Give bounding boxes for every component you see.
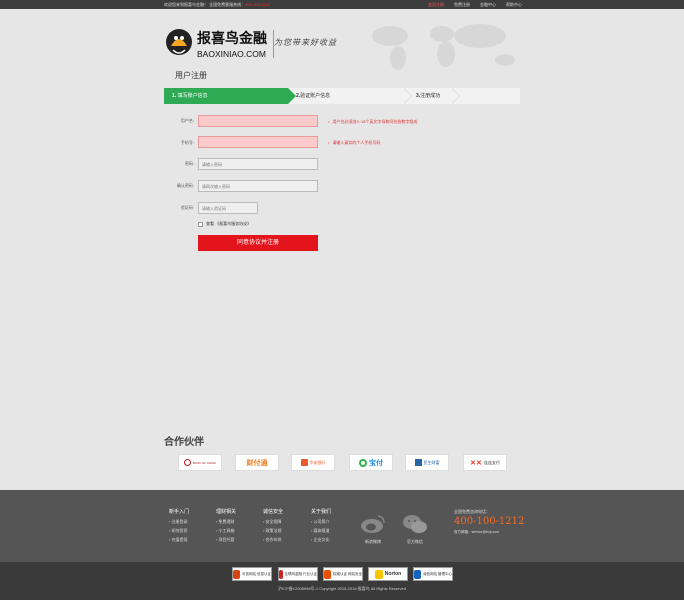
footer-link[interactable]: › 企业文化	[311, 537, 331, 543]
shield-icon	[324, 569, 332, 579]
logo-brand-cn: 报喜鸟金融	[197, 30, 267, 46]
world-map-background	[372, 24, 515, 70]
username-input[interactable]	[198, 115, 318, 127]
password-input[interactable]	[198, 158, 318, 170]
footer-email: 官方邮箱：service@bxjr.com	[454, 530, 500, 534]
step-register-success: 3.注册成功	[416, 93, 441, 99]
footer-link[interactable]: › 政策法规	[263, 528, 283, 534]
partner-lianlian[interactable]: ✕✕ 连连支付	[463, 454, 507, 471]
footer-link[interactable]: › 如何投资	[169, 528, 189, 534]
registration-steps: 1. 填写账户信息 2.验证账户信息 3.注册成功	[164, 88, 520, 104]
footer-link[interactable]: › 安全保障	[263, 519, 283, 525]
partner-baofoo[interactable]: 宝付	[349, 454, 393, 471]
confirm-password-label: 确认密码:	[176, 183, 194, 188]
step-chevron-inner	[403, 88, 411, 104]
partner-logo-icon	[359, 458, 367, 467]
logo-brand-en: BAOXINIAO.COM	[197, 49, 266, 59]
checkmark-icon	[374, 569, 383, 579]
footer-link[interactable]: › 项目托管	[216, 537, 236, 543]
partner-logo-icon	[300, 459, 308, 466]
nav-free-register[interactable]: 免费注册	[454, 2, 470, 8]
welcome-text: 欢迎您来到报喜鸟金融！ 全国免费客服热线：400-100-1212	[164, 2, 271, 7]
partner-tenpay[interactable]: 财付通	[235, 454, 279, 471]
copyright: 沪ICP备12008998号-1 Copyright 2015-2016 报喜鸟…	[278, 586, 406, 591]
badge-norton[interactable]: Norton	[368, 567, 408, 581]
partners-title: 合作伙伴	[164, 437, 204, 448]
shield-icon	[233, 569, 241, 579]
username-hint: • 用户名必须由3~18个英文字母和阿拉伯数字组成	[328, 119, 418, 124]
confirm-password-input[interactable]	[198, 180, 318, 192]
captcha-input[interactable]	[198, 202, 258, 214]
partner-logo-icon	[414, 459, 422, 466]
footer-link[interactable]: › 公司简介	[311, 519, 331, 525]
step-verify-account: 2.验证账户信息	[296, 93, 331, 99]
agreement-row: 查看 《报喜鸟服务协议》	[198, 221, 251, 227]
agree-checkbox[interactable]	[198, 221, 203, 227]
footer-hotline-label: 全国免费咨询电话：	[454, 509, 490, 514]
shield-icon	[279, 569, 283, 579]
brand-logo[interactable]: 报喜鸟金融 BAOXINIAO.COM	[163, 26, 273, 62]
agree-register-button[interactable]: 同意协议并注册	[198, 235, 318, 251]
step-fill-account: 1. 填写账户信息	[164, 88, 288, 104]
footer-link[interactable]: › 充值提现	[169, 537, 189, 543]
footer-link[interactable]: › 小工具箱	[216, 528, 236, 534]
partner-logo-icon: ✕✕	[470, 459, 482, 467]
footer-hotline: 400-100-1212	[454, 516, 525, 527]
agreement-link[interactable]: 查看 《报喜鸟服务协议》	[206, 221, 251, 227]
weibo-link[interactable]: 新浪微博	[359, 514, 387, 545]
footer	[0, 490, 684, 562]
badge-internet-finance[interactable]: 互联网金融 行业认证	[278, 567, 318, 581]
partner-bank-of-china[interactable]: BANK OF CHINA	[178, 454, 222, 471]
wechat-icon	[403, 515, 427, 533]
weibo-icon	[361, 515, 385, 533]
username-label: 用户名:	[180, 118, 194, 123]
partner-huaan-bank[interactable]: 华安银行	[291, 454, 335, 471]
phone-input[interactable]	[198, 136, 318, 148]
nav-help-center[interactable]: 帮助中心	[506, 2, 522, 8]
nav-register[interactable]: 会员注册	[428, 2, 444, 8]
badge-authority[interactable]: 权威认证 网站安全	[323, 567, 363, 581]
footer-col-about: 关于我们 › 公司简介 › 媒体报道 › 企业文化	[311, 509, 332, 543]
step-arrow-icon	[288, 88, 296, 104]
top-nav: 会员注册 免费注册 金融中心 帮助中心	[428, 0, 522, 9]
captcha-label: 验证码:	[180, 205, 194, 210]
phone-label: 手机号:	[180, 140, 194, 145]
footer-col-finance: 理财相关 › 免费理财 › 小工具箱 › 项目托管	[216, 509, 237, 543]
wechat-link[interactable]: 官方微信	[401, 514, 429, 545]
partner-logo-icon	[183, 459, 191, 466]
top-hotline: 400-100-1212	[245, 2, 271, 7]
badge-trusted-site[interactable]: 可信网站 信息认证	[232, 567, 272, 581]
footer-link[interactable]: › 免费理财	[216, 519, 236, 525]
brand-slogan: 为您带来好收益	[274, 38, 337, 47]
phone-hint: • 请输入真实的个人手机号码	[328, 140, 381, 145]
top-bar: 欢迎您来到报喜鸟金融！ 全国免费客服热线：400-100-1212 会员注册 免…	[0, 0, 684, 9]
nav-finance-center[interactable]: 金融中心	[480, 2, 496, 8]
badge-credit-site[interactable]: 诚信网站 管理中心	[413, 567, 453, 581]
footer-col-beginner: 新手入门 › 注册登录 › 如何投资 › 充值提现	[169, 509, 190, 543]
footer-link[interactable]: › 注册登录	[169, 519, 189, 525]
footer-link[interactable]: › 合作伙伴	[263, 537, 283, 543]
partner-minsheng[interactable]: 民生财富	[405, 454, 449, 471]
password-label: 密码:	[184, 161, 194, 166]
footer-col-security: 诚信安全 › 安全保障 › 政策法规 › 合作伙伴	[263, 509, 284, 543]
step-chevron-inner	[451, 88, 459, 104]
page-title: 用户注册	[175, 71, 207, 80]
footer-link[interactable]: › 媒体报道	[311, 528, 331, 534]
shield-icon	[414, 569, 422, 579]
